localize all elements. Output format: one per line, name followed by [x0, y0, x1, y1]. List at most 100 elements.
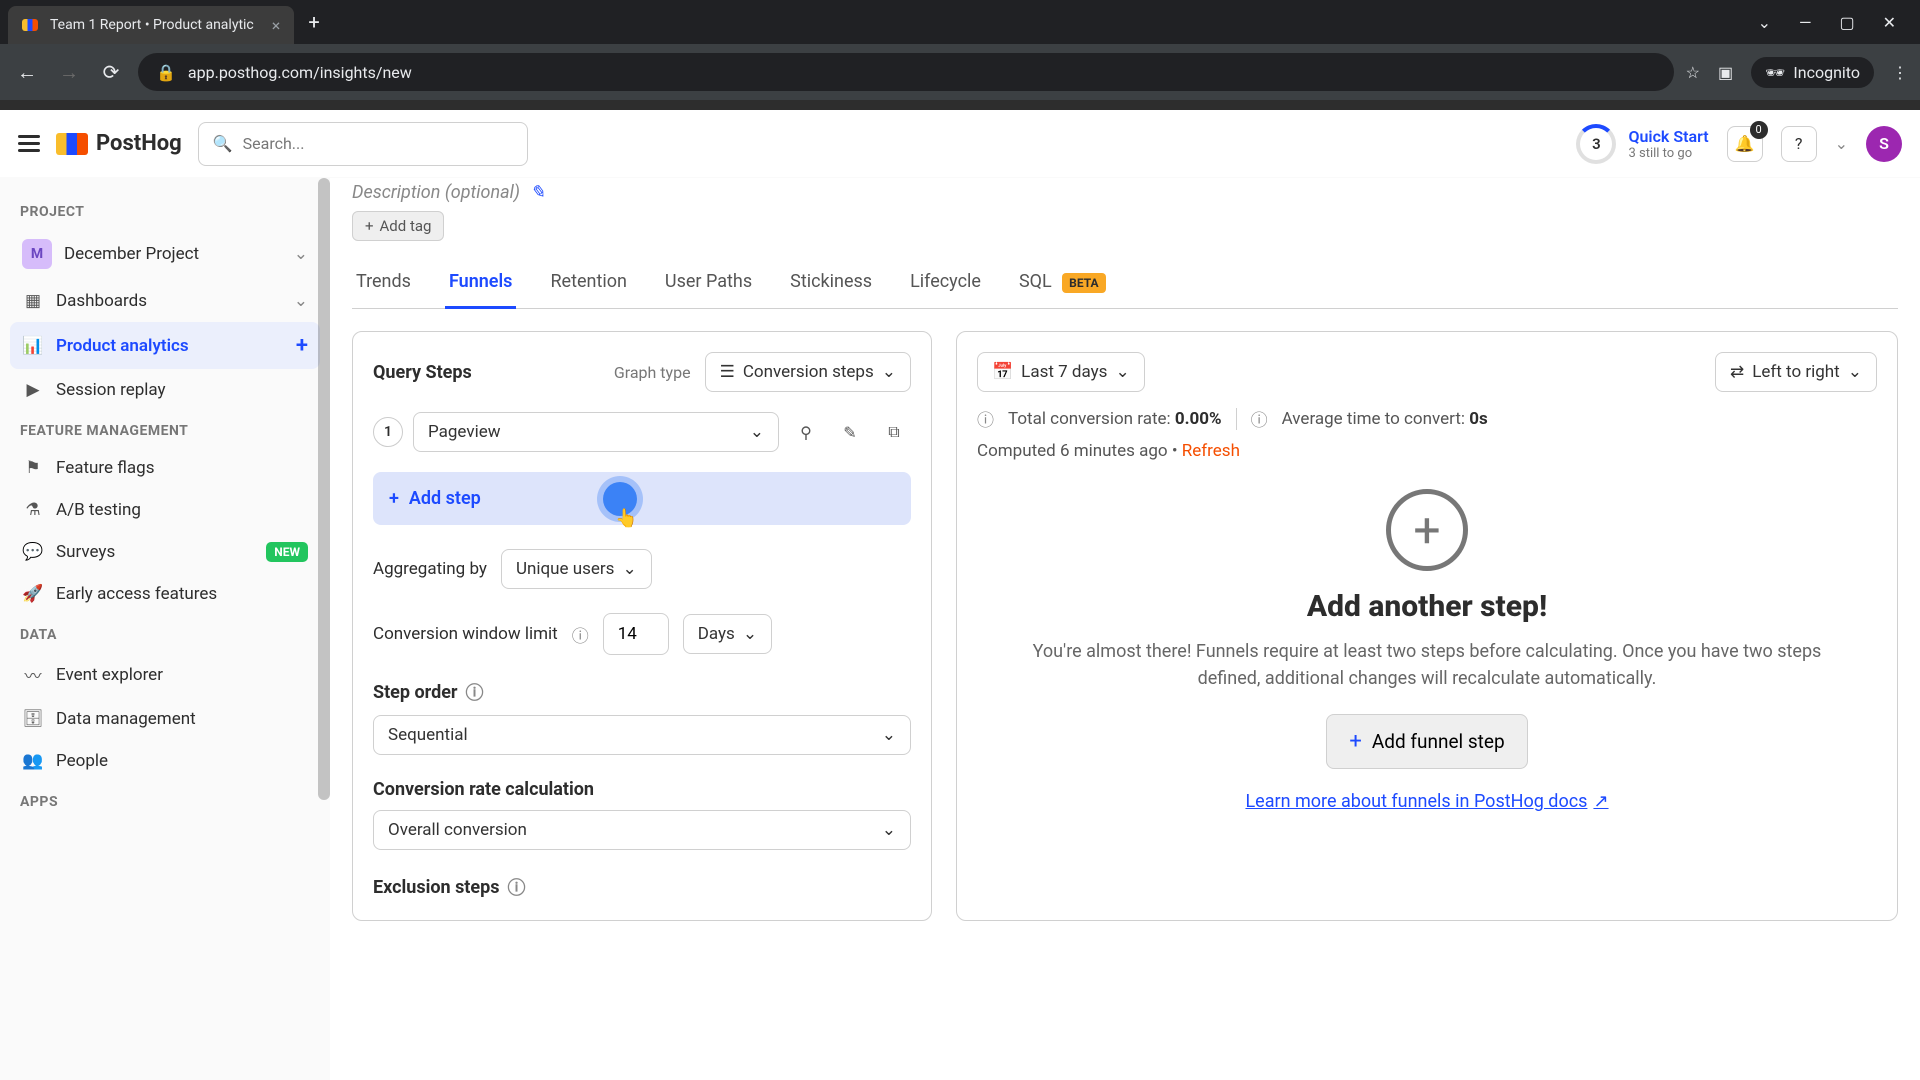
copy-icon[interactable]: ⧉ — [877, 415, 911, 449]
conversion-window-label: Conversion window limit — [373, 624, 558, 644]
dashboard-icon: ▦ — [22, 291, 44, 311]
sidebar-item-early-access[interactable]: 🚀 Early access features — [10, 573, 320, 615]
sidebar-heading-project: PROJECT — [10, 192, 320, 228]
sidebar-item-surveys[interactable]: 💬 Surveys NEW — [10, 531, 320, 573]
calendar-icon: 📅 — [992, 362, 1013, 382]
bell-icon: 🔔 — [1735, 134, 1755, 153]
results-panel: 📅 Last 7 days ⌄ ⇄ Left to right ⌄ ⓘ Tota… — [956, 331, 1898, 921]
database-icon: 🗄 — [22, 709, 44, 729]
add-tag-button[interactable]: + Add tag — [352, 211, 444, 241]
new-badge: NEW — [266, 542, 308, 562]
chat-icon: 💬 — [22, 542, 44, 562]
browser-tab[interactable]: Team 1 Report • Product analytic × — [8, 6, 294, 44]
close-icon[interactable]: × — [272, 16, 281, 35]
sidebar-item-session-replay[interactable]: ▶ Session replay — [10, 369, 320, 411]
total-conversion-value: 0.00% — [1175, 409, 1222, 429]
sidebar-item-product-analytics[interactable]: 📊 Product analytics + — [10, 322, 320, 369]
flask-icon: ⚗ — [22, 500, 44, 520]
info-icon[interactable]: ⓘ — [977, 406, 994, 431]
logo[interactable]: PostHog — [56, 131, 182, 156]
conversion-window-unit-select[interactable]: Days ⌄ — [683, 614, 772, 654]
extension-icon[interactable]: ▣ — [1718, 63, 1733, 82]
sidebar-item-dashboards[interactable]: ▦ Dashboards ⌄ — [10, 280, 320, 322]
aggregating-select[interactable]: Unique users ⌄ — [501, 549, 652, 589]
step-order-select[interactable]: Sequential ⌄ — [373, 715, 911, 755]
chevron-down-icon[interactable]: ⌄ — [1835, 134, 1848, 153]
tab-funnels[interactable]: Funnels — [445, 259, 516, 309]
chevron-down-icon: ⌄ — [743, 624, 757, 644]
tab-stickiness[interactable]: Stickiness — [786, 259, 876, 308]
tab-trends[interactable]: Trends — [352, 259, 415, 308]
chevron-down-icon: ⌄ — [622, 559, 636, 579]
layout-select[interactable]: ⇄ Left to right ⌄ — [1715, 352, 1877, 392]
url-input[interactable]: 🔒 app.posthog.com/insights/new — [138, 53, 1674, 91]
conversion-window-input[interactable] — [603, 613, 669, 655]
chevron-down-icon: ⌄ — [882, 362, 896, 382]
filter-icon[interactable]: ⚲ — [789, 415, 823, 449]
sidebar-item-event-explorer[interactable]: 〰 Event explorer — [10, 651, 320, 698]
empty-state: + Add another step! You're almost there!… — [977, 489, 1877, 812]
scrollbar[interactable] — [318, 178, 330, 800]
tab-sql[interactable]: SQL BETA — [1015, 259, 1110, 308]
progress-ring: 3 — [1576, 124, 1616, 164]
sidebar-item-people[interactable]: 👥 People — [10, 740, 320, 782]
learn-more-link[interactable]: Learn more about funnels in PostHog docs… — [1245, 791, 1608, 812]
tab-lifecycle[interactable]: Lifecycle — [906, 259, 985, 308]
main-content: Description (optional) ✎ + Add tag Trend… — [330, 178, 1920, 1080]
maximize-icon[interactable]: ▢ — [1839, 13, 1854, 32]
info-icon[interactable]: ⓘ — [508, 874, 526, 900]
step-event-select[interactable]: Pageview ⌄ — [413, 412, 779, 452]
plus-icon[interactable]: + — [296, 333, 308, 358]
search-input[interactable]: 🔍 Search... — [198, 122, 528, 166]
quick-start-widget[interactable]: 3 Quick Start 3 still to go — [1576, 124, 1708, 164]
tab-title: Team 1 Report • Product analytic — [50, 17, 254, 33]
edit-icon[interactable]: ✎ — [833, 415, 867, 449]
sidebar-item-feature-flags[interactable]: ⚑ Feature flags — [10, 447, 320, 489]
computed-time: Computed 6 minutes ago — [977, 441, 1168, 461]
step-order-label: Step order — [373, 682, 458, 703]
quick-start-title: Quick Start — [1628, 127, 1708, 146]
new-tab-button[interactable]: + — [308, 10, 319, 34]
refresh-link[interactable]: Refresh — [1182, 441, 1240, 461]
project-badge: M — [22, 239, 52, 269]
hamburger-menu[interactable] — [18, 135, 40, 152]
description-placeholder[interactable]: Description (optional) — [352, 182, 520, 203]
chevron-down-icon: ⌄ — [294, 244, 308, 264]
avatar[interactable]: S — [1866, 126, 1902, 162]
sidebar: PROJECT M December Project ⌄ ▦ Dashboard… — [0, 178, 330, 1080]
plus-icon: + — [365, 217, 374, 235]
tab-user-paths[interactable]: User Paths — [661, 259, 756, 308]
chevron-down-icon: ⌄ — [750, 422, 764, 442]
add-funnel-step-button[interactable]: + Add funnel step — [1326, 714, 1527, 769]
project-selector[interactable]: M December Project ⌄ — [10, 228, 320, 280]
minimize-icon[interactable]: ― — [1799, 13, 1812, 32]
info-icon[interactable]: ⓘ — [466, 679, 484, 705]
chevron-down-icon: ⌄ — [882, 820, 896, 840]
avg-time-value: 0s — [1469, 409, 1488, 429]
reload-button[interactable]: ⟳ — [96, 60, 126, 84]
window-close-icon[interactable]: ✕ — [1883, 13, 1896, 32]
sidebar-item-ab-testing[interactable]: ⚗ A/B testing — [10, 489, 320, 531]
help-button[interactable]: ? — [1781, 126, 1817, 162]
graph-type-label: Graph type — [614, 363, 691, 382]
graph-type-select[interactable]: ☰ Conversion steps ⌄ — [705, 352, 911, 392]
query-panel: Query Steps Graph type ☰ Conversion step… — [352, 331, 932, 921]
url-text: app.posthog.com/insights/new — [188, 63, 412, 82]
date-range-select[interactable]: 📅 Last 7 days ⌄ — [977, 352, 1145, 392]
forward-button: → — [54, 60, 84, 85]
bookmark-icon[interactable]: ☆ — [1686, 63, 1700, 82]
divider — [1236, 408, 1237, 430]
sidebar-item-data-management[interactable]: 🗄 Data management — [10, 698, 320, 740]
conversion-rate-label: Conversion rate calculation — [373, 779, 594, 800]
info-icon[interactable]: ⓘ — [1251, 406, 1268, 431]
add-step-button[interactable]: + Add step 👆 — [373, 472, 911, 525]
back-button[interactable]: ← — [12, 60, 42, 85]
tab-retention[interactable]: Retention — [546, 259, 630, 308]
menu-icon[interactable]: ⋮ — [1892, 63, 1908, 82]
conversion-rate-select[interactable]: Overall conversion ⌄ — [373, 810, 911, 850]
chevron-down-icon[interactable]: ⌄ — [1758, 13, 1771, 32]
info-icon[interactable]: ⓘ — [572, 622, 589, 647]
edit-icon[interactable]: ✎ — [530, 182, 545, 203]
notifications-button[interactable]: 🔔 0 — [1727, 126, 1763, 162]
favicon-icon — [22, 16, 40, 34]
